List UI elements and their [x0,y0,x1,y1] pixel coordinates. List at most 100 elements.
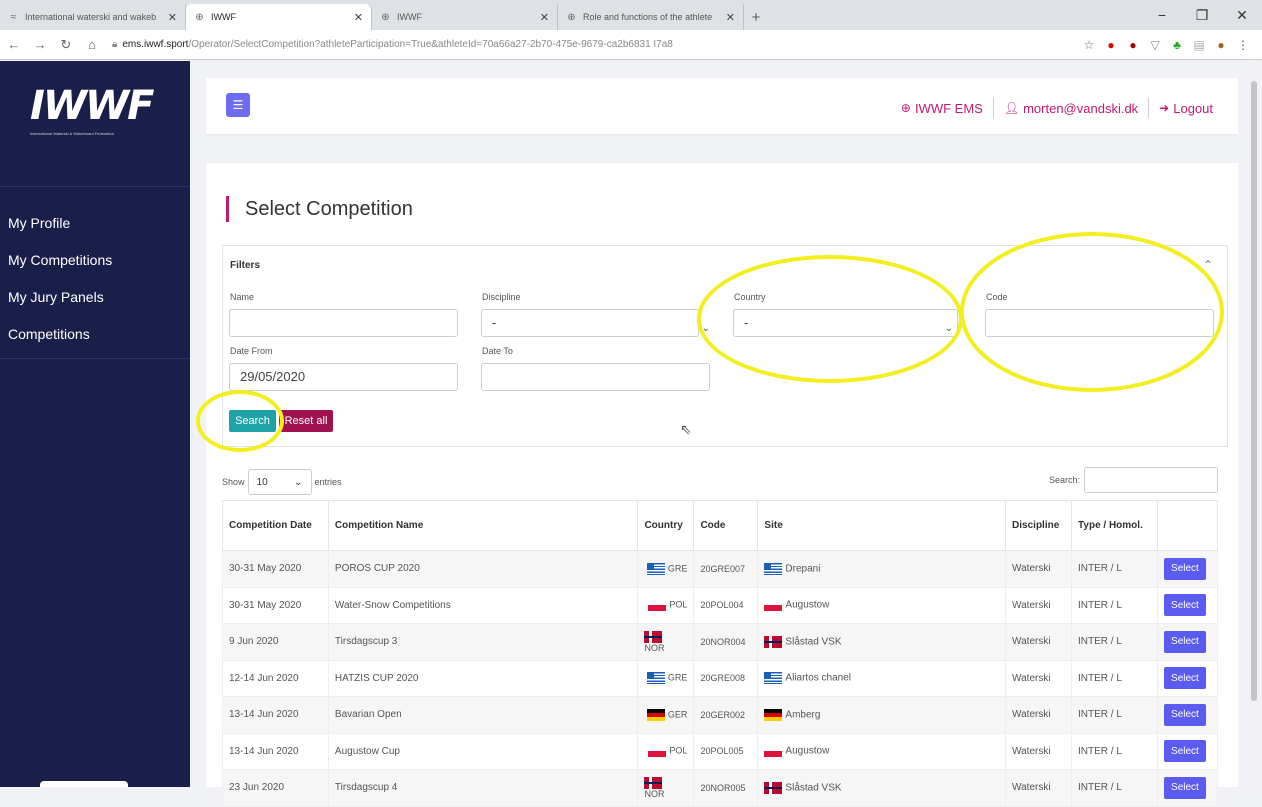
new-tab-button[interactable]: + [744,4,768,30]
avatar[interactable]: ● [1210,34,1232,56]
cell-country: POL [637,732,695,770]
date-from-input[interactable]: 29/05/2020 [229,363,458,391]
browser-menu-icon[interactable]: ⋮ [1232,34,1254,56]
select-button[interactable]: Select [1163,594,1206,617]
close-icon[interactable]: ✕ [354,11,363,24]
close-icon[interactable]: ✕ [168,11,177,24]
cell-country: NOR [637,623,695,661]
cell-site: Aliartos chanel [757,659,1007,697]
cell-type: INTER / L [1071,586,1158,624]
select-button[interactable]: Select [1163,667,1206,690]
reload-icon[interactable]: ↻ [54,33,78,57]
cell-date: 13-14 Jun 2020 [222,696,329,734]
shield-extension-icon[interactable]: ▽ [1144,34,1166,56]
site-name: Amberg [785,709,821,721]
iwwf-logo[interactable]: IWWF International Waterski & Wakeboard … [30,83,160,153]
name-input[interactable] [229,309,458,337]
site-name: Drepani [785,563,821,575]
country-select[interactable]: - ⌄ [733,309,958,337]
sidebar-item-my-competitions[interactable]: My Competitions [0,242,190,279]
country-code: POL [669,745,688,756]
browser-tab-3[interactable]: ⊕ IWWF ✕ [372,4,558,30]
minimize-icon[interactable]: − [1142,0,1182,30]
header-separator [992,98,994,118]
cell-code: 20NOR005 [693,769,759,807]
page-scrollbar[interactable] [1250,61,1258,787]
cell-name: POROS CUP 2020 [327,550,639,588]
cell-code: 20GRE007 [693,550,759,588]
cell-discipline: Waterski [1005,586,1073,624]
ems-link[interactable]: ⊕ IWWF EMS [901,101,983,116]
col-competition-name[interactable]: Competition Name [327,500,639,551]
header-links: ⊕ IWWF EMS 👤︎ morten@vandski.dk ➜ Logout [891,98,1213,118]
select-button[interactable]: Select [1163,740,1206,763]
cell-action: Select [1156,623,1219,661]
code-label: Code [986,292,1008,302]
sidebar-item-my-profile[interactable]: My Profile [0,205,190,242]
cell-country: GRE [637,659,695,697]
restore-icon[interactable]: ❐ [1182,0,1222,30]
col-code[interactable]: Code [693,500,759,551]
discipline-select[interactable]: - ⌄ [481,309,710,337]
sidebar-item-my-jury-panels[interactable]: My Jury Panels [0,279,190,316]
col-discipline[interactable]: Discipline [1005,500,1073,551]
cell-action: Select [1156,696,1219,734]
col-competition-date[interactable]: Competition Date [222,500,329,551]
chevron-up-icon[interactable]: ⌃ [1203,258,1213,272]
cell-action: Select [1156,586,1219,624]
sidebar-item-competitions[interactable]: Competitions [0,316,190,353]
table-search-input[interactable] [1084,467,1218,493]
url-field[interactable]: 🔒︎ ems.iwwf.sport /Operator/SelectCompet… [112,34,1070,56]
browser-tab-4[interactable]: ⊕ Role and functions of the athlete ✕ [558,4,744,30]
iwwf-favicon-icon: ≈ [10,11,17,23]
country-code: NOR [644,642,665,653]
browser-tab-2[interactable]: ⊕ IWWF ✕ [186,4,372,30]
select-button[interactable]: Select [1163,703,1206,726]
browser-tab-bar: ≈ International waterski and wakeb ✕ ⊕ I… [0,0,1262,30]
opera-extension-icon[interactable]: ● [1100,34,1122,56]
col-type-homol[interactable]: Type / Homol. [1071,500,1158,551]
cell-name: Tirsdagscup 3 [327,623,639,661]
home-icon[interactable]: ⌂ [80,33,104,57]
col-site[interactable]: Site [757,500,1007,551]
bookmark-star-icon[interactable]: ☆ [1078,34,1100,56]
select-button[interactable]: Select [1163,557,1206,580]
cell-date: 9 Jun 2020 [222,623,329,661]
cell-site: Augustow [757,586,1007,624]
col-country[interactable]: Country [637,500,695,551]
logout-link[interactable]: ➜ Logout [1159,101,1213,116]
window-controls: − ❐ ✕ [1142,0,1262,30]
menu-toggle-button[interactable]: ☰ [226,93,250,117]
select-button[interactable]: Select [1163,630,1206,653]
menu-icon: ☰ [232,98,244,112]
sidebar-divider [0,358,190,359]
norway-flag-icon [644,630,663,643]
search-button[interactable]: Search [229,410,276,432]
entries-select[interactable]: 10 ⌄ [247,469,312,495]
leaf-extension-icon[interactable]: ♣ [1166,34,1188,56]
select-button[interactable]: Select [1163,776,1206,799]
reset-all-button[interactable]: Reset all [279,410,333,432]
close-window-icon[interactable]: ✕ [1222,0,1262,30]
date-to-input[interactable] [481,363,710,391]
cell-action: Select [1156,659,1219,697]
lock-icon: 🔒︎ [112,39,118,50]
ublock-extension-icon[interactable]: ● [1122,34,1144,56]
date-from-label: Date From [230,346,273,356]
cell-discipline: Waterski [1005,550,1073,588]
reader-extension-icon[interactable]: ▤ [1188,34,1210,56]
code-input[interactable] [985,309,1214,337]
close-icon[interactable]: ✕ [540,11,549,24]
close-icon[interactable]: ✕ [726,11,735,24]
cell-type: INTER / L [1071,623,1158,661]
tab-title: International waterski and wakeb [25,12,157,22]
back-icon[interactable]: ← [2,33,26,57]
scrollbar-thumb[interactable] [1251,81,1257,701]
forward-icon[interactable]: → [28,33,52,57]
browser-tab-1[interactable]: ≈ International waterski and wakeb ✕ [0,4,186,30]
sidebar-bottom-tab [40,781,128,787]
user-link[interactable]: 👤︎ morten@vandski.dk [1004,101,1138,116]
discipline-value: - [492,315,497,330]
country-value: - [744,315,749,330]
chevron-down-icon: ⌄ [294,476,303,488]
